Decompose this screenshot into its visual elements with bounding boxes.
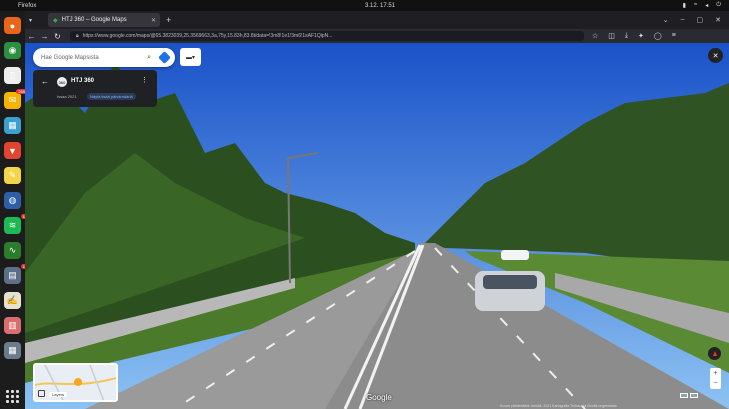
sound-icon[interactable]: ◂ — [705, 2, 708, 9]
layers-icon — [38, 390, 45, 397]
capture-date: Issaa 2021 — [57, 94, 77, 99]
close-window-button[interactable]: ✕ — [715, 16, 721, 24]
zoom-out-button[interactable]: − — [713, 380, 717, 387]
app-dock: ● ◉ ▯ ✉ 269 ▦ ▼ ✎ ◍ ≋ 1 ∿ ▤ 1 ✍ ▥ ▦ — [0, 11, 27, 409]
more-dates-link[interactable]: Näytä lisää päivämääriä — [87, 93, 136, 100]
chrome-icon[interactable]: ◉ — [4, 42, 21, 59]
active-app-name: Firefox — [18, 2, 37, 9]
system-tray: ▮ ≈ ◂ ⏻ — [683, 2, 721, 9]
minimap[interactable]: Layers — [33, 363, 118, 402]
thumbnail[interactable] — [680, 393, 688, 398]
notes-icon[interactable]: ✎ — [4, 167, 21, 184]
place-name: HTJ 360 — [71, 78, 95, 84]
bookmark-star-icon[interactable]: ☆ — [592, 32, 598, 40]
url-bar[interactable]: 🔒︎ https://www.google.com/maps/@65.38230… — [70, 31, 584, 41]
compass-needle-icon — [712, 351, 717, 356]
vpn-icon[interactable]: ◍ — [4, 192, 21, 209]
downloads-icon[interactable]: ⤓ — [625, 32, 628, 40]
list-all-tabs-icon[interactable]: ⌄ — [663, 16, 669, 24]
close-street-view-button[interactable]: ✕ — [708, 48, 723, 63]
attribution-text: Kuvan päivämäärä: heinäk. 2021 Kartograf… — [500, 404, 617, 408]
spotify-icon[interactable]: ≋ 1 — [4, 214, 27, 234]
url-text: https://www.google.com/maps/@65.3823039,… — [82, 33, 333, 39]
search-input[interactable]: Hae Google Mapsista — [41, 55, 99, 61]
google-logo: Google — [366, 393, 392, 402]
os-top-bar: Firefox 3.12. 17.51 ▮ ≈ ◂ ⏻ — [0, 0, 729, 11]
tab-google-maps[interactable]: ◆ HTJ 360 – Google Maps ✕ — [48, 13, 161, 27]
browser-tab-bar: ▾ ◆ HTJ 360 – Google Maps ✕ + ⌄ – ▢ ✕ — [25, 11, 729, 29]
new-tab-button[interactable]: + — [166, 15, 171, 25]
window-controls: ⌄ – ▢ ✕ — [663, 16, 721, 24]
directions-icon[interactable] — [158, 51, 171, 64]
minimap-label: Layers — [49, 392, 68, 397]
lock-icon: 🔒︎ — [76, 33, 79, 39]
avatar: 360 — [57, 77, 67, 87]
close-tab-icon[interactable]: ✕ — [151, 17, 156, 24]
extensions-icon[interactable]: ✦ — [638, 32, 644, 40]
clock[interactable]: 3.12. 17.51 — [365, 3, 395, 9]
forward-button[interactable]: → — [38, 32, 51, 41]
close-icon: ✕ — [712, 52, 719, 60]
calculator-icon[interactable]: ▦ — [4, 342, 21, 359]
photos-icon[interactable]: ▦ — [4, 117, 21, 134]
more-options-icon[interactable]: ⋮ — [141, 76, 148, 84]
toolbar-right: ☆ ◫ ⤓ ✦ ◯ ≡ — [592, 32, 676, 40]
maps-favicon-icon: ◆ — [53, 17, 58, 24]
search-box[interactable]: Hae Google Mapsista ⌕ — [33, 48, 175, 67]
tab-list-icon[interactable]: ▾ — [29, 17, 32, 24]
image-icon: ▬▾ — [185, 54, 195, 61]
minimap-map — [35, 365, 116, 400]
firefox-icon[interactable]: ● — [4, 17, 21, 34]
tab-title: HTJ 360 – Google Maps — [61, 17, 127, 23]
menu-icon[interactable]: ≡ — [672, 32, 676, 40]
document-icon[interactable]: ▥ — [4, 317, 21, 334]
zoom-in-button[interactable]: + — [713, 370, 717, 377]
files-icon[interactable]: ▯ — [4, 67, 21, 84]
search-icon[interactable]: ⌕ — [147, 54, 151, 62]
app-grid-icon[interactable] — [6, 390, 19, 403]
zoom-control: + − — [710, 368, 721, 389]
maximize-button[interactable]: ▢ — [697, 16, 704, 24]
reload-button[interactable]: ↻ — [51, 32, 64, 41]
brave-icon[interactable]: ▼ — [4, 142, 21, 159]
power-icon[interactable]: ⏻ — [716, 2, 721, 9]
back-button[interactable]: ← — [25, 32, 38, 41]
text-editor-icon[interactable]: ✍ — [4, 292, 21, 309]
minimize-button[interactable]: – — [681, 16, 685, 24]
browser-nav-bar: ← → ↻ 🔒︎ https://www.google.com/maps/@65… — [25, 29, 729, 43]
place-card: ← 360 HTJ 360 ⋮ Issaa 2021 Näytä lisää p… — [33, 70, 157, 107]
wifi-icon[interactable]: ≈ — [694, 2, 697, 9]
pocket-icon[interactable]: ◫ — [608, 32, 615, 40]
thumbnail-toggle-button[interactable]: ▬▾ — [180, 48, 201, 66]
archive-icon[interactable]: ▤ 1 — [4, 264, 27, 284]
notification-icon[interactable]: ▮ — [683, 2, 686, 9]
account-icon[interactable]: ◯ — [654, 32, 662, 40]
mail-icon[interactable]: ✉ 269 — [4, 89, 27, 109]
compass-button[interactable] — [708, 347, 721, 360]
thumbnail[interactable] — [690, 393, 698, 398]
photo-thumbnails — [680, 393, 698, 398]
back-arrow-icon[interactable]: ← — [41, 77, 49, 86]
monitor-icon[interactable]: ∿ — [4, 242, 21, 259]
